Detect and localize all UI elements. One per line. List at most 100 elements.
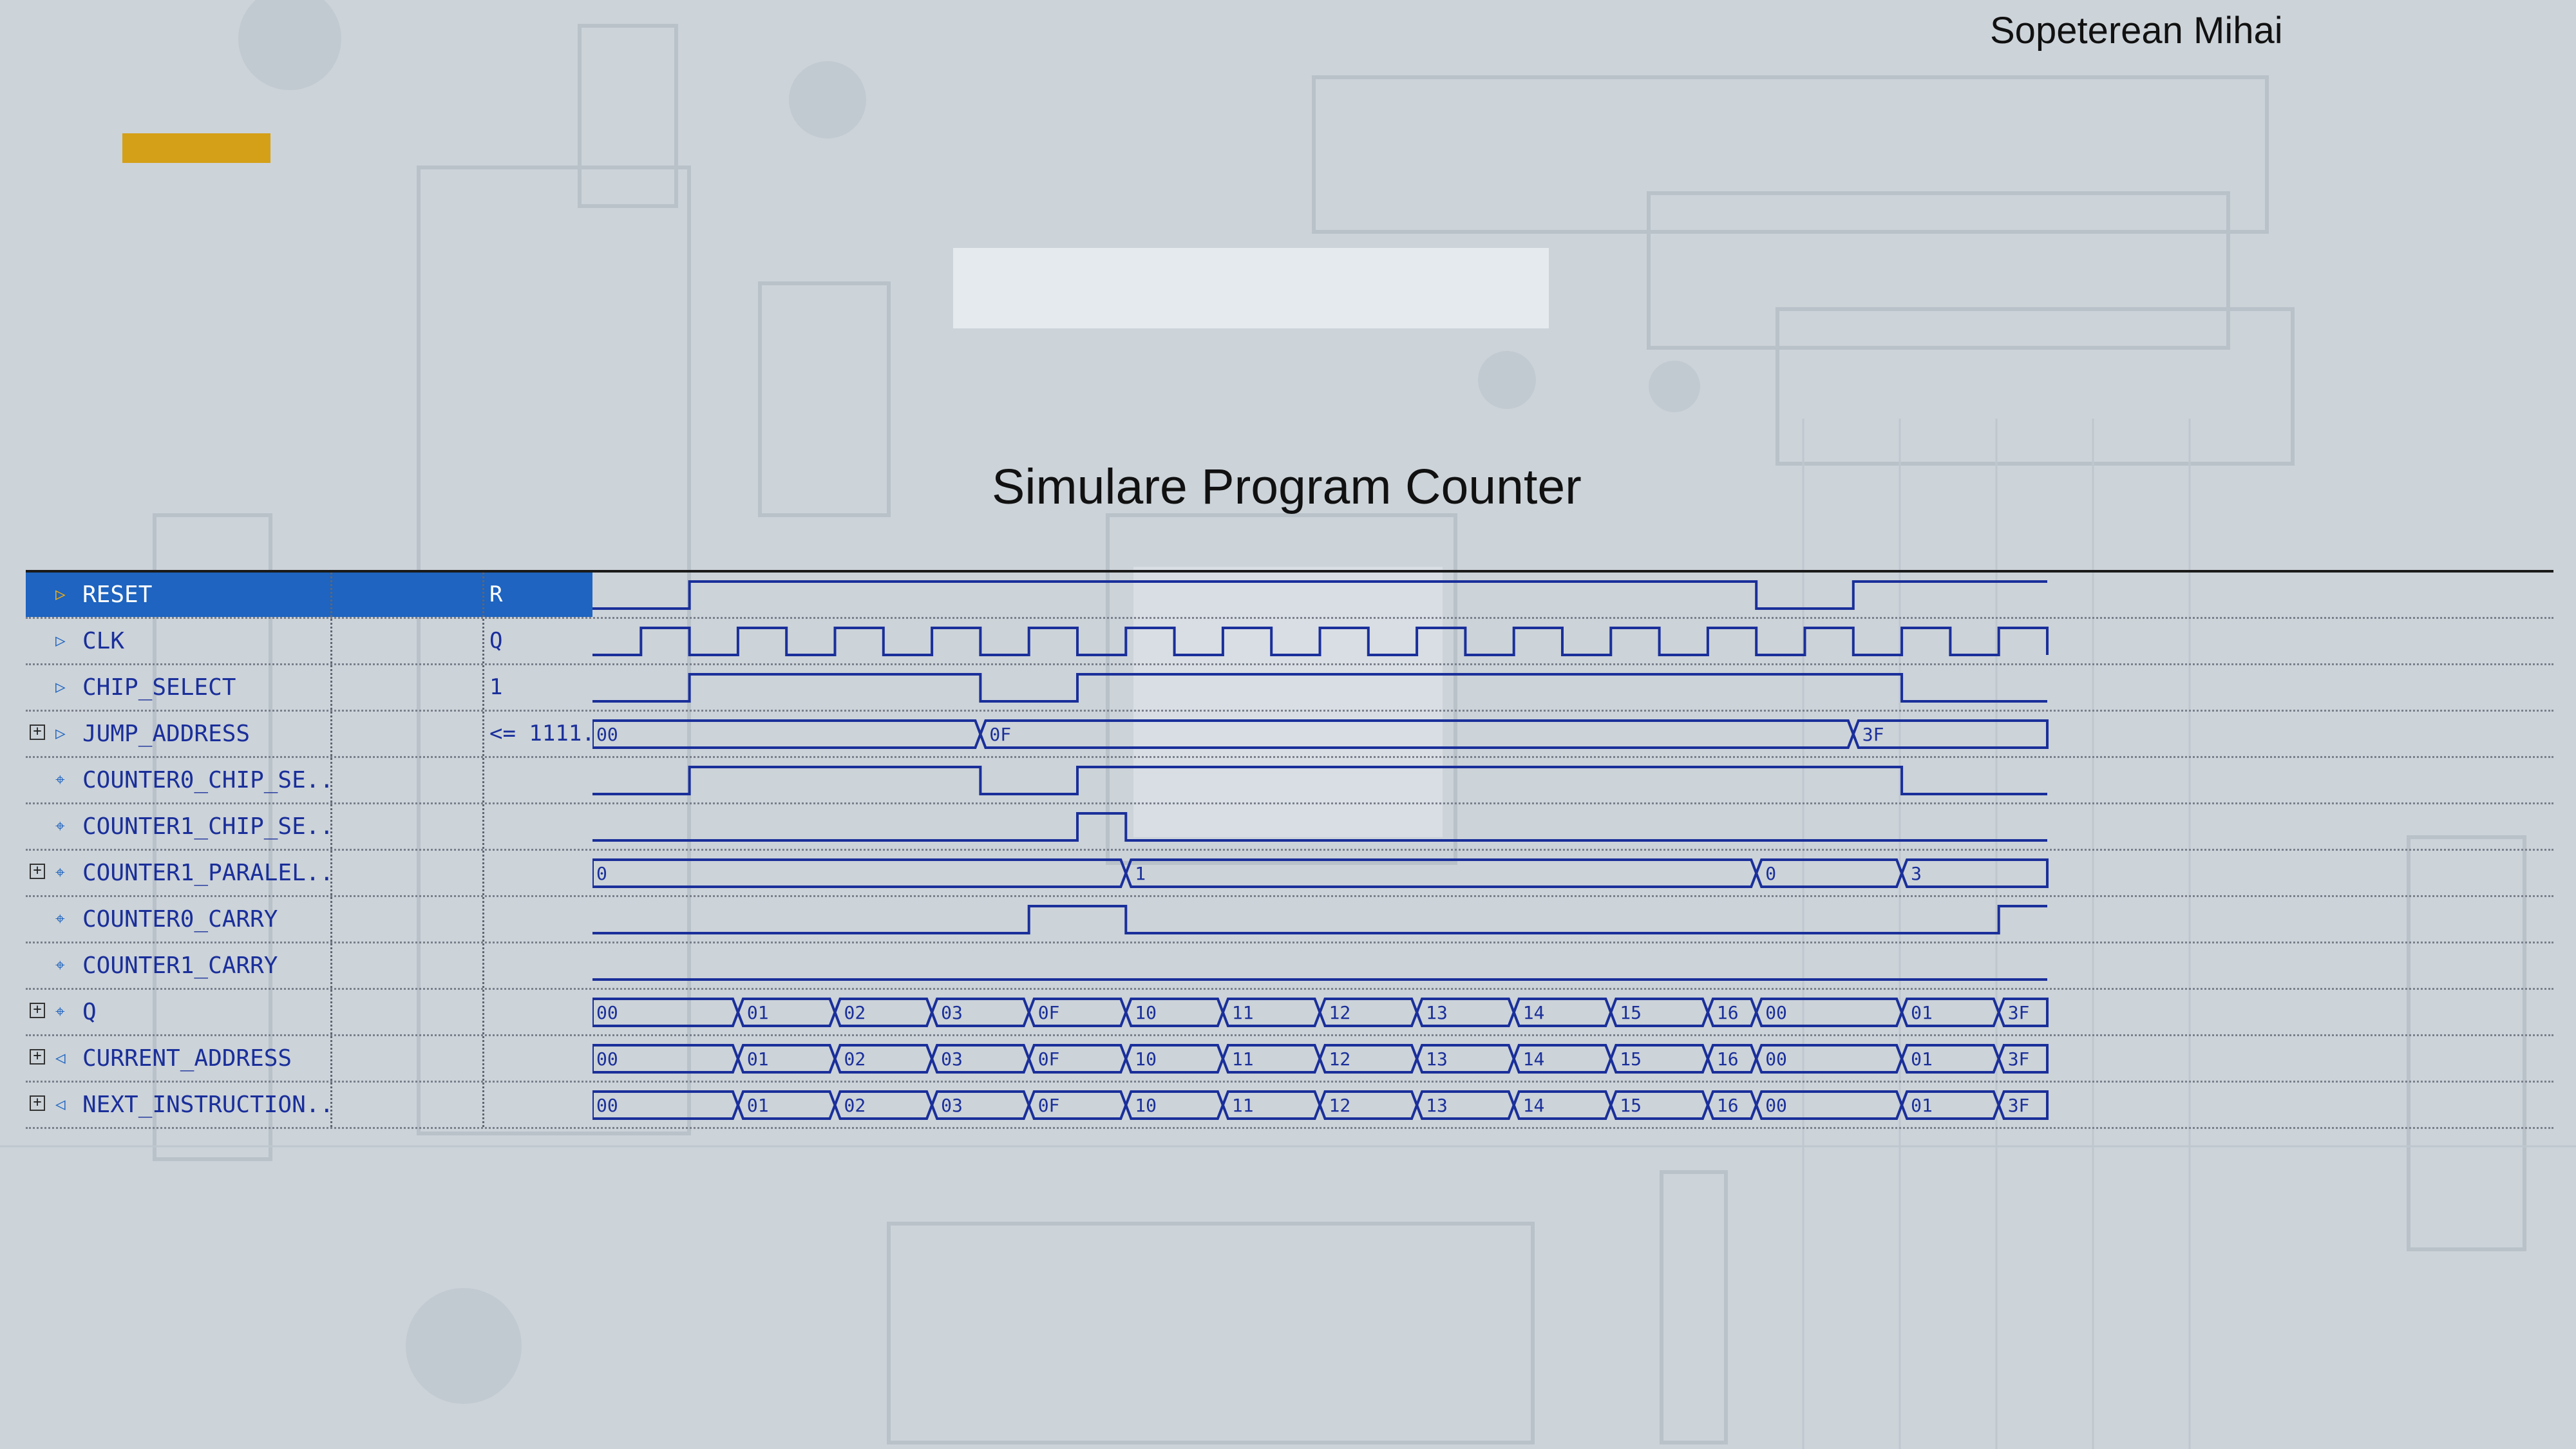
expand-toggle-icon[interactable]: + <box>30 1049 45 1065</box>
waveform-trace: 00 01 02 03 0F 10 11 12 13 14 15 16 00 01 3F <box>592 998 2049 1027</box>
signal-value <box>484 804 592 849</box>
bus-segment <box>592 719 982 749</box>
signal-spacer-cell <box>332 851 484 895</box>
bit-waveform <box>592 580 2047 610</box>
signal-name: RESET <box>82 582 153 608</box>
waveform-trace <box>592 812 2047 842</box>
accent-bar <box>122 133 270 163</box>
bus-value-label: 10 <box>1135 1095 1157 1116</box>
bus-value-label: 03 <box>941 1095 963 1116</box>
bus-value-label: 11 <box>1232 1095 1254 1116</box>
internal-signal-icon: ⌖ <box>55 1002 65 1021</box>
bus-value-label: 14 <box>1523 1095 1545 1116</box>
signal-value: <= 1111... <box>489 721 592 746</box>
bus-value-label: 00 <box>596 724 618 745</box>
signal-spacer-cell <box>332 943 484 988</box>
signal-spacer-cell <box>332 619 484 663</box>
signal-row[interactable]: ⌖ COUNTER0_CARRY <box>26 897 2553 943</box>
signal-name: COUNTER0_CHIP_SE... <box>82 767 332 793</box>
expand-toggle-icon[interactable]: + <box>30 724 45 740</box>
signal-name: CURRENT_ADDRESS <box>82 1045 292 1072</box>
bus-value-label: 12 <box>1329 1002 1351 1023</box>
signal-value: Q <box>489 628 503 654</box>
waveform-trace: 0 1 0 3 <box>592 858 2049 888</box>
signal-row[interactable]: + ◁ NEXT_INSTRUCTION... 00 01 02 03 0F 10 11 12 13 1… <box>26 1083 2553 1129</box>
bus-value-label: 0 <box>596 863 607 884</box>
signal-value <box>484 943 592 988</box>
bus-value-label: 14 <box>1523 1002 1545 1023</box>
signal-row[interactable]: ▷ CHIP_SELECT 1 <box>26 665 2553 712</box>
internal-signal-icon: ⌖ <box>55 817 65 836</box>
bus-value-label: 10 <box>1135 1002 1157 1023</box>
signal-name-cell[interactable]: ⌖ COUNTER1_CARRY <box>26 943 332 988</box>
signal-row[interactable]: ▷ RESET R <box>26 573 2553 619</box>
input-port-icon: ▷ <box>55 631 66 650</box>
bus-value-label: 01 <box>747 1048 769 1070</box>
signal-name-cell[interactable]: + ⌖ COUNTER1_PARALEL... <box>26 851 332 895</box>
bus-value-label: 3F <box>2008 1002 2030 1023</box>
bus-value-label: 03 <box>941 1002 963 1023</box>
bus-value-label: 16 <box>1717 1048 1739 1070</box>
bus-value-label: 0F <box>1038 1095 1060 1116</box>
signal-name: COUNTER0_CARRY <box>82 906 278 933</box>
bus-value-label: 15 <box>1620 1095 1642 1116</box>
signal-row[interactable]: + ⌖ Q 00 01 02 03 0F 10 11 12 13 14 15 16 00 01 3F <box>26 990 2553 1036</box>
waveform-trace <box>592 905 2047 934</box>
internal-signal-icon: ⌖ <box>55 770 65 790</box>
signal-name-cell[interactable]: + ◁ CURRENT_ADDRESS <box>26 1036 332 1081</box>
signal-name-cell[interactable]: ⌖ COUNTER1_CHIP_SE... <box>26 804 332 849</box>
signal-row[interactable]: ⌖ COUNTER1_CHIP_SE... <box>26 804 2553 851</box>
bus-value-label: 13 <box>1426 1048 1448 1070</box>
signal-name-cell[interactable]: ⌖ COUNTER0_CARRY <box>26 897 332 942</box>
waveform-trace: 00 0F 3F <box>592 719 2049 749</box>
bit-waveform <box>592 766 2047 795</box>
bus-value-label: 00 <box>1765 1095 1787 1116</box>
expand-toggle-icon[interactable]: + <box>30 1003 45 1018</box>
signal-value <box>484 897 592 942</box>
signal-row[interactable]: ⌖ COUNTER0_CHIP_SE... <box>26 758 2553 804</box>
signal-name: CLK <box>82 628 125 654</box>
bit-waveform <box>592 905 2047 934</box>
signal-row[interactable]: + ⌖ COUNTER1_PARALEL... 0 1 0 3 <box>26 851 2553 897</box>
bus-value-label: 03 <box>941 1048 963 1070</box>
signal-name: Q <box>82 999 97 1025</box>
signal-name: JUMP_ADDRESS <box>82 721 251 747</box>
signal-spacer-cell <box>332 712 484 756</box>
bus-value-label: 3F <box>1862 724 1884 745</box>
signal-name-cell[interactable]: ▷ RESET <box>26 573 332 617</box>
waveform-trace <box>592 978 2047 981</box>
signal-name: COUNTER1_PARALEL... <box>82 860 332 886</box>
signal-spacer-cell <box>332 758 484 802</box>
signal-spacer-cell <box>332 573 484 617</box>
bit-waveform <box>592 627 2049 656</box>
signal-spacer-cell <box>332 897 484 942</box>
waveform-trace: 00 01 02 03 0F 10 11 12 13 14 15 16 00 01 3F <box>592 1090 2049 1120</box>
bus-value-label: 01 <box>1911 1048 1933 1070</box>
signal-name-cell[interactable]: + ⌖ Q <box>26 990 332 1034</box>
bus-segment <box>592 858 1128 888</box>
expand-toggle-icon[interactable]: + <box>30 1095 45 1111</box>
bus-segment <box>1900 858 2049 888</box>
signal-row[interactable]: + ◁ CURRENT_ADDRESS 00 01 02 03 0F 10 11 12 13 14 15 1… <box>26 1036 2553 1083</box>
internal-signal-icon: ⌖ <box>55 863 65 882</box>
signal-name-cell[interactable]: + ▷ JUMP_ADDRESS <box>26 712 332 756</box>
signal-name-cell[interactable]: ▷ CLK <box>26 619 332 663</box>
bus-value-label: 1 <box>1135 863 1146 884</box>
bus-value-label: 01 <box>747 1095 769 1116</box>
bus-segment <box>1755 858 1904 888</box>
bus-value-label: 0F <box>989 724 1011 745</box>
signal-value <box>484 851 592 895</box>
bus-value-label: 10 <box>1135 1048 1157 1070</box>
internal-signal-icon: ⌖ <box>55 909 65 929</box>
signal-row[interactable]: + ▷ JUMP_ADDRESS <= 1111...00 0F 3F <box>26 712 2553 758</box>
signal-name-cell[interactable]: ⌖ COUNTER0_CHIP_SE... <box>26 758 332 802</box>
bus-value-label: 12 <box>1329 1048 1351 1070</box>
signal-row[interactable]: ⌖ COUNTER1_CARRY <box>26 943 2553 990</box>
bit-waveform <box>592 812 2047 842</box>
signal-value <box>484 990 592 1034</box>
signal-row[interactable]: ▷ CLK Q <box>26 619 2553 665</box>
signal-name-cell[interactable]: ▷ CHIP_SELECT <box>26 665 332 710</box>
expand-toggle-icon[interactable]: + <box>30 864 45 879</box>
waveform-viewer: ▷ RESET R ▷ CLK Q ▷ CHIP_SELECT 1 + ▷ JUMP_ADDRESS <… <box>26 570 2553 1129</box>
signal-name-cell[interactable]: + ◁ NEXT_INSTRUCTION... <box>26 1083 332 1127</box>
